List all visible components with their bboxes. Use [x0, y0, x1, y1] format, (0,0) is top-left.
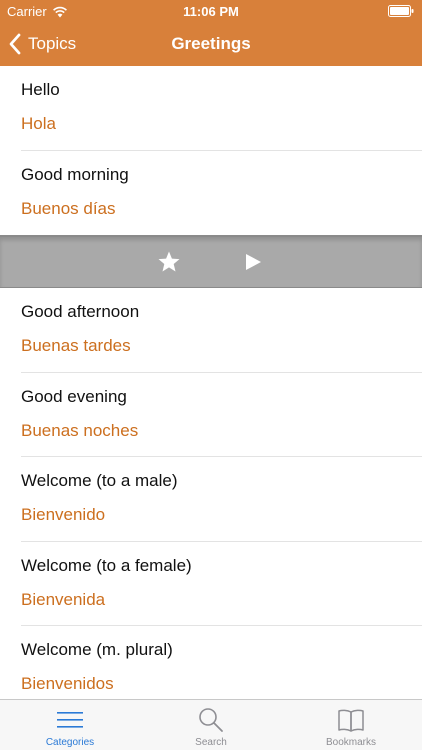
back-button-label: Topics: [28, 34, 77, 53]
phrase-row[interactable]: Good morning Buenos días: [0, 150, 422, 235]
tab-label: Categories: [45, 737, 95, 748]
status-time: 11:06 PM: [183, 4, 239, 19]
phrase-row[interactable]: Good evening Buenas noches: [0, 372, 422, 457]
phrase-english: Welcome (to a male): [21, 471, 178, 490]
battery-icon: [388, 5, 414, 17]
phrase-spanish: Buenas noches: [21, 420, 139, 440]
phrase-spanish: Buenas tardes: [21, 336, 131, 355]
phrase-spanish: Buenos días: [21, 198, 116, 218]
phrase-spanish: Bienvenida: [21, 589, 106, 609]
phrase-english: Welcome (m. plural): [21, 640, 173, 659]
phrase-spanish: Hola: [21, 114, 56, 133]
phrase-english: Hello: [21, 80, 60, 99]
phrase-list: Hello Hola Good morning Buenos días Good…: [0, 66, 422, 711]
star-icon[interactable]: [157, 250, 181, 274]
phrase-spanish: Bienvenido: [21, 505, 106, 524]
list-icon: [57, 712, 83, 728]
tab-categories[interactable]: Categories: [0, 700, 140, 750]
search-icon: [199, 708, 223, 732]
phrase-row[interactable]: Welcome (to a female) Bienvenida: [0, 541, 422, 626]
phrase-row[interactable]: Welcome (to a male) Bienvenido: [0, 457, 422, 542]
phrase-action-bar: [0, 235, 422, 288]
chevron-left-icon: [9, 33, 21, 55]
phrase-english: Good morning: [21, 164, 129, 184]
tab-label: Search: [195, 737, 227, 748]
back-button[interactable]: Topics: [8, 22, 76, 66]
phrase-row[interactable]: Welcome (m. plural) Bienvenidos: [0, 626, 422, 711]
header: Carrier 11:06 PM Topics Greetings: [0, 0, 422, 66]
phrase-english: Good afternoon: [21, 302, 140, 321]
phrase-english: Welcome (to a female): [21, 555, 192, 575]
phrase-english: Good evening: [21, 386, 127, 406]
phrase-row[interactable]: Good afternoon Buenas tardes: [0, 288, 422, 373]
tab-label: Bookmarks: [325, 737, 376, 748]
nav-bar: Topics Greetings: [0, 22, 422, 66]
tab-search[interactable]: Search: [141, 700, 281, 750]
status-bar: Carrier 11:06 PM: [0, 0, 422, 22]
book-icon: [338, 709, 364, 732]
phrase-row[interactable]: Hello Hola: [0, 66, 422, 151]
phrase-spanish: Bienvenidos: [21, 674, 114, 693]
tab-bar: Categories Search Bookmarks: [0, 699, 422, 750]
tab-bookmarks[interactable]: Bookmarks: [281, 700, 421, 750]
play-icon[interactable]: [244, 253, 262, 271]
